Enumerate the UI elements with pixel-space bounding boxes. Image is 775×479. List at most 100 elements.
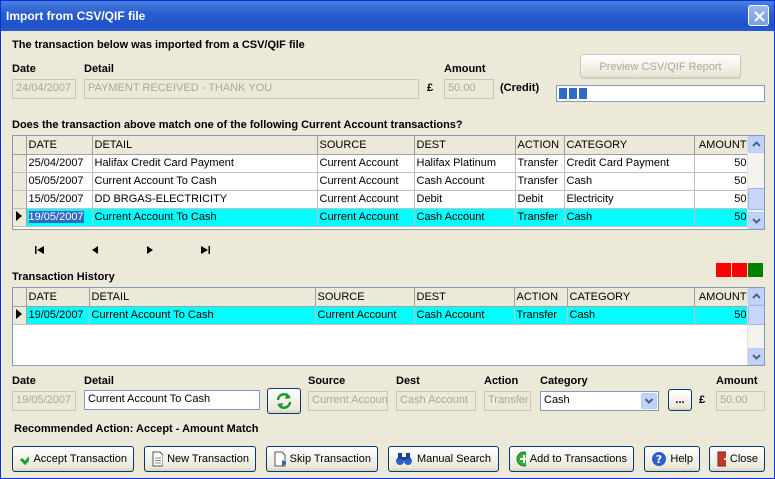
column-header-amount[interactable]: AMOUNT [694,136,750,155]
current-row-icon [16,308,23,319]
row-indicator[interactable] [13,154,27,173]
cell-action[interactable]: Transfer [515,172,565,191]
window-close-button[interactable] [748,5,769,26]
cell-category[interactable]: Cash [564,172,695,191]
column-header-amount[interactable]: AMOUNT [694,288,750,307]
row-indicator[interactable] [13,172,27,191]
cell-amount[interactable]: 50 [694,208,750,227]
history-label: Transaction History [12,271,115,283]
imported-date-field: 24/04/2007 [12,79,76,99]
column-header-date[interactable]: DATE [26,288,90,307]
close-button[interactable]: Close [709,446,765,472]
table-row[interactable]: 19/05/2007 Current Account To Cash Current… [13,208,750,227]
cell-amount[interactable]: 50 [694,154,750,173]
cell-amount[interactable]: 50 [694,190,750,209]
chevron-down-icon [644,398,654,404]
accept-transaction-button[interactable]: Accept Transaction [12,446,134,472]
cell-source[interactable]: Current Account [317,190,415,209]
cell-amount[interactable]: 50 [694,306,750,325]
cell-date[interactable]: 15/05/2007 [26,190,93,209]
cell-dest[interactable]: Cash Account [414,208,516,227]
cell-detail[interactable]: Current Account To Cash [89,306,316,325]
cell-dest[interactable]: Halifax Platinum [414,154,516,173]
help-label: Help [670,453,693,465]
cell-dest[interactable]: Debit [414,190,516,209]
skip-transaction-button[interactable]: Skip Transaction [266,446,378,472]
row-indicator[interactable] [13,208,27,227]
column-header-category[interactable]: CATEGORY [564,136,695,155]
binoculars-icon [396,453,412,465]
table-row[interactable]: 05/05/2007 Current Account To Cash Current… [13,172,750,191]
cell-date[interactable]: 05/05/2007 [26,172,93,191]
new-transaction-button[interactable]: New Transaction [144,446,256,472]
edit-currency-symbol: £ [699,394,706,406]
scroll-down-button[interactable] [748,348,764,365]
import-progress-bar [556,85,765,102]
cell-dest[interactable]: Cash Account [414,172,516,191]
cell-category[interactable]: Electricity [564,190,695,209]
column-header-detail[interactable]: DETAIL [89,288,316,307]
row-indicator[interactable] [13,306,27,325]
column-header-detail[interactable]: DETAIL [92,136,318,155]
cell-text: Transfer [517,211,559,223]
nav-prev-button[interactable] [85,243,105,257]
cell-action[interactable]: Transfer [514,306,568,325]
category-select[interactable]: Cash [540,391,659,411]
cell-dest[interactable]: Cash Account [414,306,515,325]
table-row[interactable]: 25/04/2007 Halifax Credit Card Payment Cur… [13,154,750,173]
scroll-thumb[interactable] [748,305,764,325]
cell-date[interactable]: 25/04/2007 [26,154,93,173]
cell-source[interactable]: Current Account [317,208,415,227]
column-header-dest[interactable]: DEST [414,288,515,307]
category-dropdown-button[interactable] [641,393,657,409]
cell-source[interactable]: Current Account [317,172,415,191]
match-table-scrollbar[interactable] [747,136,764,229]
row-indicator[interactable] [13,190,27,209]
scroll-up-button[interactable] [748,288,764,305]
cell-detail[interactable]: DD BRGAS-ELECTRICITY [92,190,318,209]
cell-detail[interactable]: Current Account To Cash [92,208,318,227]
category-browse-button[interactable]: ... [668,389,692,411]
nav-first-button[interactable] [30,243,50,257]
progress-block [579,88,587,99]
column-header-action[interactable]: ACTION [514,288,568,307]
history-table-scrollbar[interactable] [747,288,764,365]
help-button[interactable]: ? Help [644,446,700,472]
nav-last-button[interactable] [195,243,215,257]
scroll-down-button[interactable] [748,212,764,229]
cell-date[interactable]: 19/05/2007 [26,306,90,325]
cell-action[interactable]: Debit [515,190,565,209]
refresh-button[interactable] [267,388,301,414]
cell-text: 19/05/2007 [28,309,84,321]
add-to-transactions-button[interactable]: Add to Transactions [509,446,634,472]
cell-detail[interactable]: Current Account To Cash [92,172,318,191]
column-header-source[interactable]: SOURCE [315,288,415,307]
edit-detail-input[interactable]: Current Account To Cash [84,390,260,410]
preview-report-button[interactable]: Preview CSV/QIF Report [580,54,741,79]
column-header-source[interactable]: SOURCE [317,136,415,155]
manual-search-button[interactable]: Manual Search [388,446,499,472]
column-header-action[interactable]: ACTION [515,136,565,155]
table-row[interactable]: 15/05/2007 DD BRGAS-ELECTRICITY Current Ac… [13,190,750,209]
column-header-dest[interactable]: DEST [414,136,516,155]
new-transaction-label: New Transaction [167,453,249,465]
cell-category[interactable]: Cash [564,208,695,227]
cell-category[interactable]: Credit Card Payment [564,154,695,173]
scroll-up-button[interactable] [748,136,764,153]
cell-action[interactable]: Transfer [515,154,565,173]
column-header-date[interactable]: DATE [26,136,93,155]
table-row[interactable]: 19/05/2007 Current Account To Cash Current… [13,306,750,325]
column-header-category[interactable]: CATEGORY [567,288,695,307]
status-light [732,263,747,277]
nav-next-button[interactable] [140,243,160,257]
add-circle-icon [516,451,526,467]
cell-detail[interactable]: Halifax Credit Card Payment [92,154,318,173]
cell-date[interactable]: 19/05/2007 [26,208,93,227]
cell-amount[interactable]: 50 [694,172,750,191]
close-icon [754,11,765,22]
cell-action[interactable]: Transfer [515,208,565,227]
scroll-thumb[interactable] [748,188,764,210]
cell-source[interactable]: Current Account [315,306,415,325]
cell-category[interactable]: Cash [567,306,695,325]
cell-source[interactable]: Current Account [317,154,415,173]
